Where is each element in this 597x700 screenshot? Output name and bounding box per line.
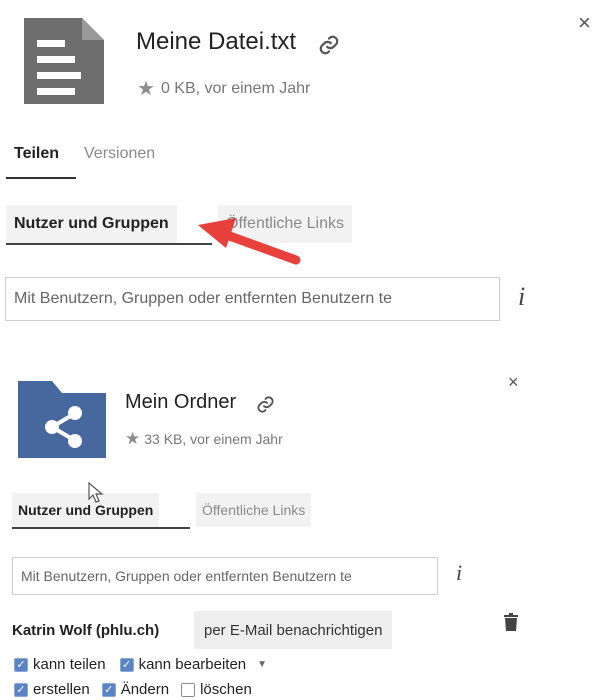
trash-icon[interactable] — [503, 613, 519, 636]
tab-underline — [6, 177, 76, 179]
close-icon-2[interactable]: × — [508, 373, 519, 391]
tab-teilen[interactable]: Teilen — [14, 145, 59, 163]
perm-label: kann teilen — [33, 656, 106, 673]
subtab-users-groups-2-label: Nutzer und Gruppen — [18, 502, 154, 518]
subtab-public-links-2-label: Öffentliche Links — [202, 502, 306, 518]
info-icon[interactable]: i — [518, 282, 525, 312]
share-search-input[interactable]: Mit Benutzern, Gruppen oder entfernten B… — [5, 277, 500, 321]
perm-can-edit[interactable]: ✓ kann bearbeiten ▼ — [119, 656, 267, 673]
file-meta-text: 0 KB, vor einem Jahr — [160, 79, 311, 97]
file-meta: ★ 0 KB, vor einem Jahr — [137, 76, 310, 101]
perm-label: löschen — [200, 681, 252, 698]
close-icon[interactable]: × — [578, 12, 591, 34]
subtab-users-groups-label: Nutzer und Gruppen — [14, 215, 169, 232]
checkbox-checked-icon[interactable]: ✓ — [14, 682, 28, 697]
info-icon-2[interactable]: i — [456, 560, 462, 586]
subtab-users-groups[interactable]: Nutzer und Gruppen — [6, 205, 177, 243]
folder-meta: ★ 33 KB, vor einem Jahr — [125, 429, 283, 449]
annotation-arrow — [196, 214, 306, 279]
text-file-icon — [24, 18, 104, 104]
link-icon-2[interactable] — [256, 395, 275, 419]
checkbox-unchecked-icon[interactable] — [181, 682, 196, 697]
share-search-placeholder-2: Mit Benutzern, Gruppen oder entfernten B… — [21, 568, 352, 584]
perm-can-share[interactable]: ✓ kann teilen — [14, 656, 106, 673]
permissions-row-1: ✓ kann teilen ✓ kann bearbeiten ▼ — [14, 656, 267, 673]
perm-label: Ändern — [120, 681, 170, 698]
subtab-public-links-2[interactable]: Öffentliche Links — [196, 493, 312, 527]
file-name: Meine Datei.txt — [136, 28, 297, 55]
share-search-placeholder: Mit Benutzern, Gruppen oder entfernten B… — [14, 290, 393, 307]
caret-down-icon[interactable]: ▼ — [257, 659, 267, 670]
perm-change[interactable]: ✓ Ändern — [101, 681, 170, 698]
permissions-row-2: ✓ erstellen ✓ Ändern löschen — [14, 681, 252, 698]
folder-name: Mein Ordner — [125, 391, 237, 413]
notify-email-button-label: per E-Mail benachrichtigen — [204, 621, 383, 639]
subtab-underline — [6, 243, 212, 245]
perm-delete[interactable]: löschen — [181, 681, 252, 698]
subtab-underline-2 — [12, 527, 190, 529]
checkbox-checked-icon[interactable]: ✓ — [101, 682, 116, 697]
share-search-input-2[interactable]: Mit Benutzern, Gruppen oder entfernten B… — [12, 557, 438, 595]
share-user-name: Katrin Wolf (phlu.ch) — [12, 622, 160, 639]
folder-meta-text: 33 KB, vor einem Jahr — [144, 431, 283, 447]
perm-label: kann bearbeiten — [138, 656, 247, 673]
mouse-cursor-icon — [88, 481, 104, 509]
tab-versionen[interactable]: Versionen — [84, 145, 155, 163]
star-icon-2[interactable]: ★ — [125, 429, 140, 449]
checkbox-checked-icon[interactable]: ✓ — [14, 657, 28, 672]
subtab-users-groups-2[interactable]: Nutzer und Gruppen — [12, 493, 160, 527]
checkbox-checked-icon[interactable]: ✓ — [119, 657, 134, 672]
shared-folder-icon — [18, 381, 106, 458]
perm-label: erstellen — [33, 681, 90, 698]
link-icon[interactable] — [318, 34, 340, 61]
notify-email-button[interactable]: per E-Mail benachrichtigen — [194, 611, 393, 649]
star-icon[interactable]: ★ — [137, 76, 155, 101]
perm-create[interactable]: ✓ erstellen — [14, 681, 90, 698]
